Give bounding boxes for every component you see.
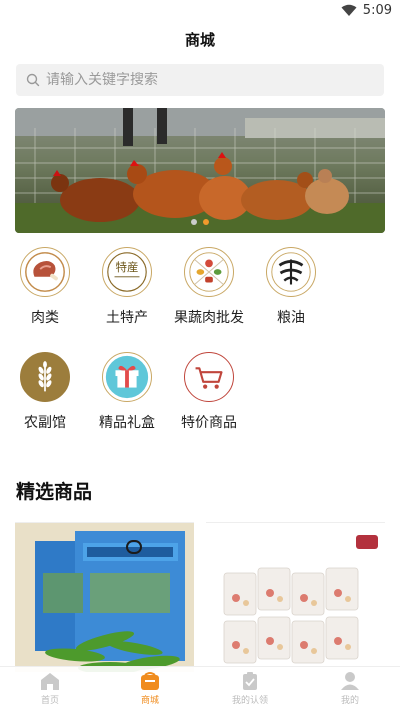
category-grain-oil[interactable]: 粮油 [254,247,328,352]
carousel-dots [191,219,209,225]
product-grid [15,522,385,672]
svg-text:特産: 特産 [115,260,138,274]
category-label: 土特产 [106,310,148,326]
clipboard-icon [243,672,257,690]
carousel-dot-active[interactable] [203,219,209,225]
page-title: 商城 [184,31,215,49]
product-card[interactable] [206,522,385,672]
category-label: 特价商品 [181,415,237,431]
category-label: 农副馆 [24,415,66,431]
produce-wholesale-icon [184,247,234,297]
category-grid: 肉类 特産 土特产 果蔬肉批发 粮油 农副馆 精品礼盒 特价商品 [0,233,400,457]
local-specialty-icon: 特産 [102,247,152,297]
shopping-cart-icon [184,352,234,402]
shop-icon [141,672,159,690]
product-image [206,523,385,672]
shop-page: 5:09 商城 请输入关键字搜索 肉类 特産 土特产 果蔬肉批发 粮油 农副馆 … [0,0,400,710]
tab-label: 我的认领 [231,696,268,706]
category-label: 精品礼盒 [99,415,155,431]
status-indicators: 5:09 [341,3,392,18]
category-agri-products[interactable]: 农副馆 [8,352,82,457]
product-card[interactable] [15,522,194,672]
home-icon [41,673,59,690]
banner-image [15,108,385,233]
meat-icon [20,247,70,297]
tab-label: 首页 [40,696,59,706]
category-meat[interactable]: 肉类 [8,247,82,352]
tab-home[interactable]: 首页 [0,667,100,710]
tab-my-claims[interactable]: 我的认领 [200,667,300,710]
tab-shop[interactable]: 商城 [100,667,200,710]
wheat-icon [20,352,70,402]
tab-label: 我的 [340,696,359,706]
gift-box-icon [102,352,152,402]
grain-oil-icon [266,247,316,297]
category-special-offers[interactable]: 特价商品 [172,352,246,457]
bottom-tab-bar: 首页 商城 我的认领 我的 [0,666,400,710]
search-icon [26,73,40,87]
category-label: 粮油 [277,310,305,326]
search-input[interactable] [46,72,366,88]
category-produce-wholesale[interactable]: 果蔬肉批发 [172,247,246,352]
wifi-icon [341,4,357,16]
status-time: 5:09 [362,3,392,18]
user-icon [341,672,359,690]
tab-profile[interactable]: 我的 [300,667,400,710]
search-bar[interactable] [16,64,384,96]
carousel-dot[interactable] [191,219,197,225]
category-local-specialty[interactable]: 特産 土特产 [90,247,164,352]
banner-carousel[interactable] [15,108,385,233]
tab-label: 商城 [140,696,159,706]
category-label: 果蔬肉批发 [174,310,244,326]
status-bar: 5:09 [0,0,400,22]
featured-title: 精选商品 [16,481,93,503]
product-image [15,523,194,672]
category-label: 肉类 [31,310,59,326]
category-gift-box[interactable]: 精品礼盒 [90,352,164,457]
